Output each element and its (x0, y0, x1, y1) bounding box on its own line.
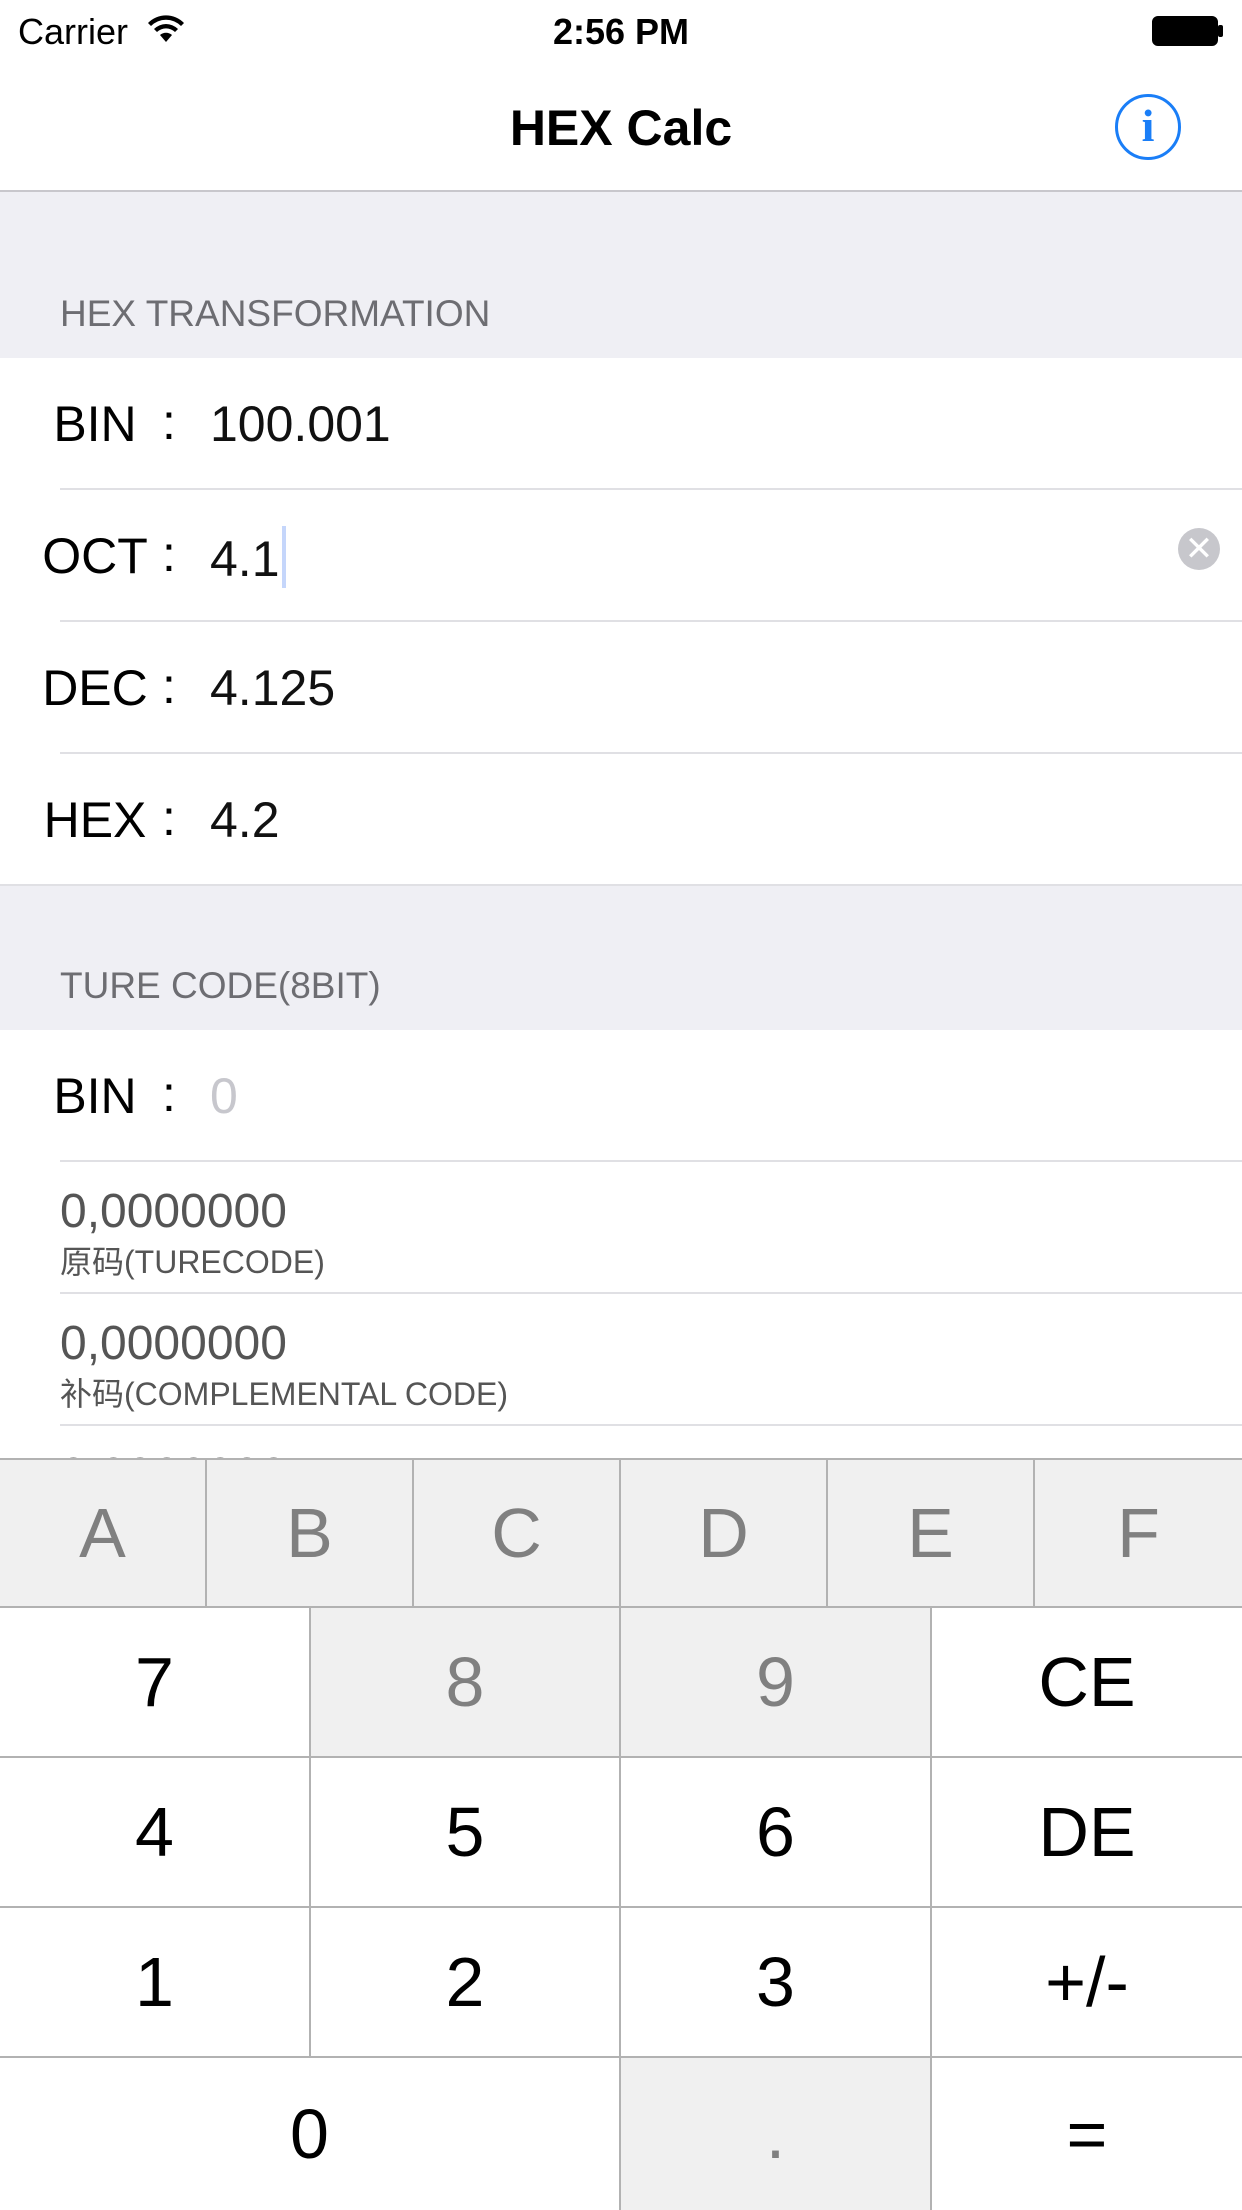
list-item: 0,0000000 原码(TURECODE) (0, 1162, 1242, 1294)
sign-toggle-button[interactable]: +/- (932, 1908, 1242, 2058)
dec-field[interactable]: 4.125 (210, 658, 335, 718)
hex-keypad: A B C D E F 7 8 9 CE 4 5 6 DE 1 2 3 +/- … (0, 1458, 1242, 2210)
key-5[interactable]: 5 (311, 1758, 621, 1908)
page-title: HEX Calc (509, 100, 733, 156)
decimal-point-key[interactable]: . (621, 2058, 932, 2210)
equals-button[interactable]: = (932, 2058, 1242, 2210)
bin-row[interactable]: BIN : 100.001 (0, 358, 1242, 490)
key-f[interactable]: F (1035, 1460, 1242, 1608)
key-9[interactable]: 9 (621, 1608, 932, 1758)
hex-field[interactable]: 4.2 (210, 790, 280, 850)
true-code-value: 0,0000000 (60, 1185, 287, 1238)
clear-text-icon[interactable]: ✕ (1178, 528, 1220, 570)
true-code-bin-row[interactable]: BIN : 0 (0, 1030, 1242, 1162)
key-6[interactable]: 6 (621, 1758, 932, 1908)
oct-label: OCT (42, 528, 148, 584)
key-d[interactable]: D (621, 1460, 828, 1608)
dec-row[interactable]: DEC : 4.125 (0, 622, 1242, 754)
key-2[interactable]: 2 (311, 1908, 621, 2058)
colon: : (162, 790, 176, 846)
navigation-bar: HEX Calc i (0, 62, 1242, 192)
info-icon: i (1141, 100, 1155, 151)
colon: : (162, 526, 176, 582)
colon: : (162, 658, 176, 714)
section-header-label: TURE CODE(8BIT) (60, 965, 381, 1006)
key-a[interactable]: A (0, 1460, 207, 1608)
section-header-hex-transformation: HEX TRANSFORMATION (0, 192, 1242, 358)
text-cursor (281, 526, 286, 588)
status-bar: Carrier 2:56 PM (0, 0, 1242, 62)
key-b[interactable]: B (207, 1460, 414, 1608)
key-8[interactable]: 8 (311, 1608, 621, 1758)
info-button[interactable]: i (1115, 94, 1181, 160)
key-1[interactable]: 1 (0, 1908, 311, 2058)
key-e[interactable]: E (828, 1460, 1035, 1608)
hex-label: HEX (43, 792, 147, 848)
key-4[interactable]: 4 (0, 1758, 311, 1908)
key-0[interactable]: 0 (0, 2058, 621, 2210)
dec-label: DEC (42, 660, 148, 716)
status-time: 2:56 PM (552, 11, 690, 52)
bin-field[interactable]: 100.001 (210, 394, 391, 454)
oct-row[interactable]: OCT : 4.1 ✕ (0, 490, 1242, 622)
complement-code-value: 0,0000000 (60, 1317, 287, 1370)
bin-label: BIN (53, 396, 137, 452)
list-item: 0,0000000 补码(COMPLEMENTAL CODE) (0, 1294, 1242, 1426)
delete-button[interactable]: DE (932, 1758, 1242, 1908)
colon: : (162, 1066, 176, 1122)
section-header-label: HEX TRANSFORMATION (60, 293, 491, 334)
bin-label: BIN (53, 1068, 137, 1124)
colon: : (162, 394, 176, 450)
battery-full-icon (1152, 16, 1223, 46)
oct-field[interactable]: 4.1 (210, 526, 286, 589)
key-3[interactable]: 3 (621, 1908, 932, 2058)
section-header-true-code: TURE CODE(8BIT) (0, 886, 1242, 1030)
oct-field-value: 4.1 (210, 531, 280, 587)
key-c[interactable]: C (414, 1460, 621, 1608)
hex-row[interactable]: HEX : 4.2 (0, 754, 1242, 886)
true-code-caption: 原码(TURECODE) (60, 1244, 325, 1280)
complement-code-caption: 补码(COMPLEMENTAL CODE) (60, 1376, 509, 1412)
clear-entry-button[interactable]: CE (932, 1608, 1242, 1758)
true-code-bin-field[interactable]: 0 (210, 1066, 238, 1126)
key-7[interactable]: 7 (0, 1608, 311, 1758)
